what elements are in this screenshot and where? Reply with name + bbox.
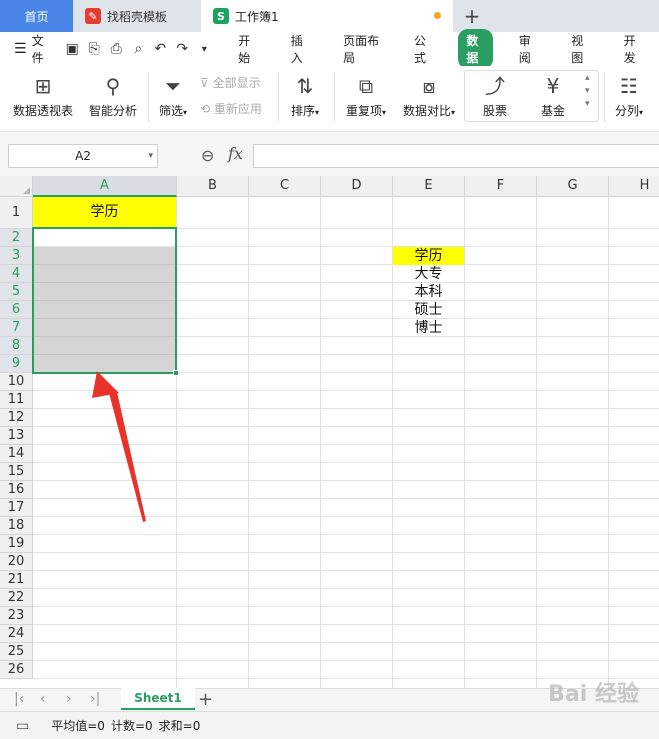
next-sheet-icon[interactable]: › xyxy=(66,691,72,707)
sheet-tab-sheet1[interactable]: Sheet1 xyxy=(121,688,195,710)
status-count: 计数=0 xyxy=(110,719,153,733)
status-average: 平均值=0 xyxy=(51,719,105,733)
add-sheet-button[interactable]: + xyxy=(198,689,213,710)
status-sum: 求和=0 xyxy=(158,719,201,733)
annotation-arrow xyxy=(92,371,146,522)
last-sheet-icon[interactable]: ›| xyxy=(90,691,100,707)
status-monitor-icon[interactable]: ▭ xyxy=(16,718,29,734)
status-bar: ▭ 平均值=0 计数=0 求和=0 xyxy=(0,711,659,739)
prev-sheet-icon[interactable]: ‹ xyxy=(40,691,46,707)
first-sheet-icon[interactable]: |‹ xyxy=(14,691,24,707)
watermark: Bai 经验 xyxy=(548,682,639,707)
